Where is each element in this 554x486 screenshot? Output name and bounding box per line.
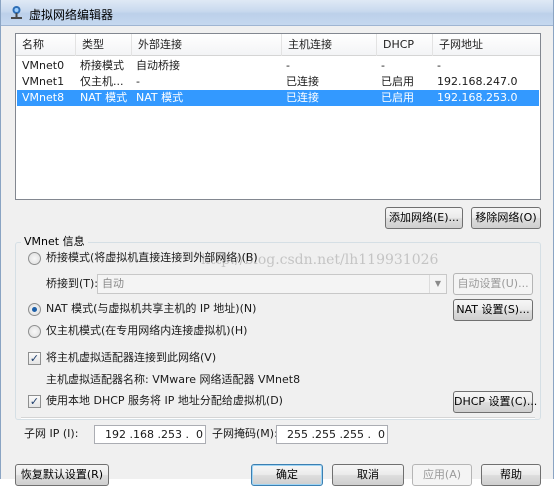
column-header-dhcp[interactable]: DHCP bbox=[377, 34, 433, 56]
bridged-to-select[interactable]: 自动 ▼ bbox=[97, 274, 447, 294]
connect-adapter-checkbox[interactable]: ✓ bbox=[28, 352, 41, 365]
ok-button[interactable]: 确定 bbox=[251, 464, 323, 486]
row-host: 已连接 bbox=[286, 75, 319, 88]
adapter-name-label: 主机虚拟适配器名称: VMware 网络适配器 VMnet8 bbox=[46, 373, 301, 386]
row-external: - bbox=[136, 75, 140, 88]
row-host: 已连接 bbox=[286, 91, 319, 104]
bridged-to-label: 桥接到(T): bbox=[46, 277, 99, 290]
bridged-to-value: 自动 bbox=[102, 277, 124, 290]
help-button[interactable]: 帮助 bbox=[481, 464, 541, 486]
window-title: 虚拟网络编辑器 bbox=[29, 8, 114, 22]
column-header-host[interactable]: 主机连接 bbox=[282, 34, 377, 56]
dhcp-settings-button[interactable]: DHCP 设置(C)... bbox=[453, 391, 537, 413]
divider bbox=[21, 417, 535, 419]
host-only-radio[interactable] bbox=[28, 325, 41, 338]
row-subnet: 192.168.253.0 bbox=[437, 91, 518, 104]
remove-network-button[interactable]: 移除网络(O) bbox=[471, 207, 541, 229]
network-list-header: 名称 类型 外部连接 主机连接 DHCP 子网地址 bbox=[16, 34, 540, 56]
row-external: 自动桥接 bbox=[136, 59, 180, 72]
column-header-name[interactable]: 名称 bbox=[16, 34, 76, 56]
add-network-button[interactable]: 添加网络(E)... bbox=[385, 207, 463, 229]
vmware-network-icon bbox=[11, 6, 22, 19]
row-dhcp: - bbox=[381, 59, 385, 72]
restore-defaults-button[interactable]: 恢复默认设置(R) bbox=[15, 464, 109, 486]
row-type: 仅主机... bbox=[80, 75, 124, 88]
title-bar[interactable]: 虚拟网络编辑器 bbox=[1, 0, 553, 26]
subnet-mask-input[interactable]: 255 .255 .255 . 0 bbox=[276, 425, 388, 444]
table-row[interactable]: VMnet1 仅主机... - 已连接 已启用 192.168.247.0 bbox=[17, 74, 539, 90]
virtual-network-editor-window: 虚拟网络编辑器 名称 类型 外部连接 主机连接 DHCP 子网地址 VMnet0… bbox=[0, 0, 554, 486]
auto-settings-button[interactable]: 自动设置(U)... bbox=[453, 273, 533, 295]
column-header-type[interactable]: 类型 bbox=[76, 34, 132, 56]
bridged-mode-label[interactable]: 桥接模式(将虚拟机直接连接到外部网络)(B) bbox=[46, 251, 258, 265]
nat-mode-label[interactable]: NAT 模式(与虚拟机共享主机的 IP 地址)(N) bbox=[46, 302, 256, 316]
vmnet-info-title: VMnet 信息 bbox=[21, 233, 88, 249]
host-only-label[interactable]: 仅主机模式(在专用网络内连接虚拟机)(H) bbox=[46, 324, 247, 338]
table-row-selected[interactable]: VMnet8 NAT 模式 NAT 模式 已连接 已启用 192.168.253… bbox=[17, 90, 539, 106]
subnet-ip-input[interactable]: 192 .168 .253 . 0 bbox=[94, 425, 206, 444]
chevron-down-icon[interactable]: ▼ bbox=[429, 275, 446, 293]
row-type: NAT 模式 bbox=[80, 91, 128, 104]
column-header-subnet[interactable]: 子网地址 bbox=[433, 34, 540, 56]
nat-mode-radio[interactable] bbox=[28, 303, 41, 316]
row-dhcp: 已启用 bbox=[381, 75, 414, 88]
row-name: VMnet1 bbox=[22, 75, 65, 88]
table-row[interactable]: VMnet0 桥接模式 自动桥接 - - - bbox=[17, 58, 539, 74]
network-list[interactable]: 名称 类型 外部连接 主机连接 DHCP 子网地址 VMnet0 桥接模式 自动… bbox=[15, 33, 541, 200]
nat-settings-button[interactable]: NAT 设置(S)... bbox=[453, 299, 533, 321]
subnet-ip-label: 子网 IP (I): bbox=[24, 427, 79, 440]
cancel-button[interactable]: 取消 bbox=[332, 464, 404, 486]
row-type: 桥接模式 bbox=[80, 59, 124, 72]
row-dhcp: 已启用 bbox=[381, 91, 414, 104]
row-host: - bbox=[286, 59, 290, 72]
row-subnet: 192.168.247.0 bbox=[437, 75, 518, 88]
row-name: VMnet8 bbox=[22, 91, 65, 104]
dhcp-checkbox[interactable]: ✓ bbox=[28, 395, 41, 408]
bridged-mode-radio[interactable] bbox=[28, 252, 41, 265]
row-external: NAT 模式 bbox=[136, 91, 184, 104]
apply-button[interactable]: 应用(A) bbox=[412, 464, 472, 486]
connect-adapter-label[interactable]: 将主机虚拟适配器连接到此网络(V) bbox=[46, 351, 216, 365]
dhcp-label[interactable]: 使用本地 DHCP 服务将 IP 地址分配给虚拟机(D) bbox=[46, 394, 283, 408]
column-header-external[interactable]: 外部连接 bbox=[132, 34, 282, 56]
row-subnet: - bbox=[437, 59, 441, 72]
subnet-mask-label: 子网掩码(M): bbox=[212, 427, 278, 440]
row-name: VMnet0 bbox=[22, 59, 65, 72]
